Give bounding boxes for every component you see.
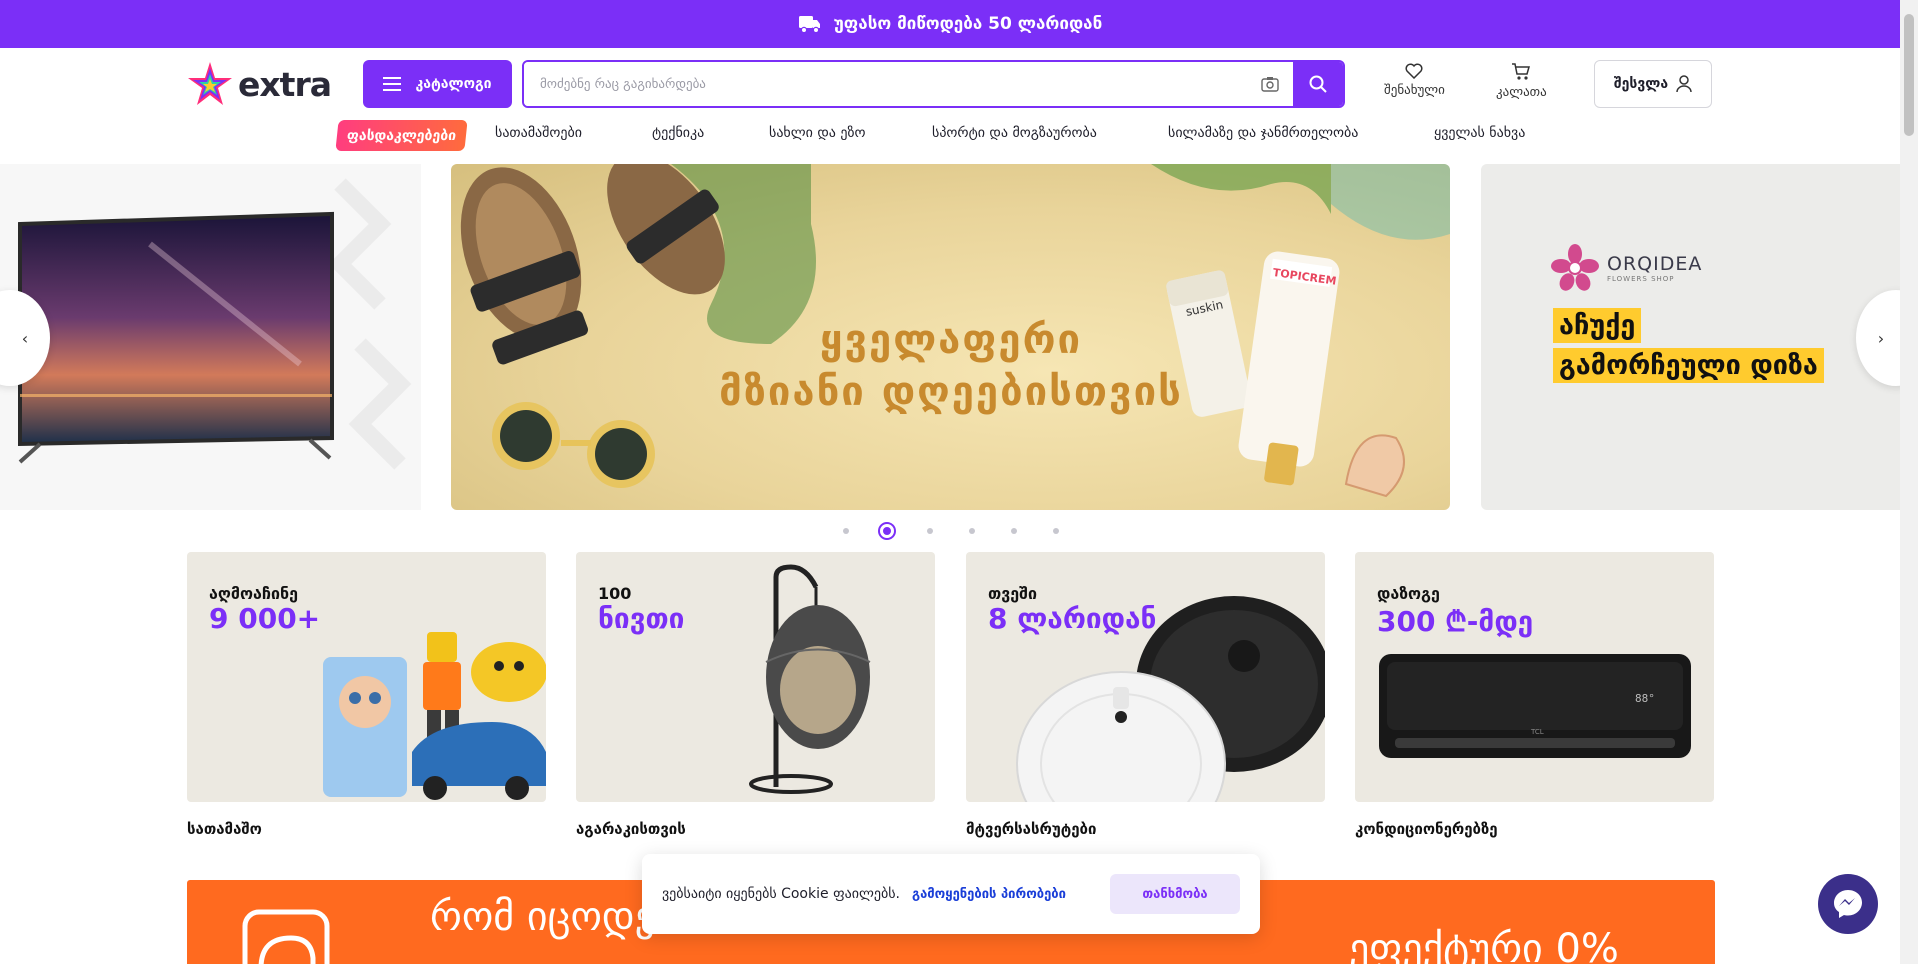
svg-text:TCL: TCL (1530, 728, 1544, 736)
robot-vacuum-image (1016, 596, 1325, 802)
hero-carousel: suskin TOPICREM ყველაფერი მზიანი დღეების… (0, 164, 1900, 510)
orqidea-logo: ORQIDEA FLOWERS SHOP (1551, 244, 1702, 292)
promo-tile-vacuum[interactable]: თვეში 8 ლარიდან მტვერსასრუტები (966, 552, 1325, 838)
site-logo[interactable]: extra (186, 60, 332, 108)
carousel-dot[interactable] (969, 528, 975, 534)
search-button[interactable] (1293, 62, 1343, 106)
svg-text:88°: 88° (1635, 692, 1655, 705)
catalog-button[interactable]: კატალოგი (363, 60, 512, 108)
tile-image: დაზოგე 300 ₾-მდე 88° TCL (1355, 552, 1714, 802)
orqidea-line1: აჩუქე (1553, 308, 1642, 343)
category-nav: ფასდაკლებები სათამაშოები ტექნიკა სახლი დ… (0, 120, 1900, 154)
toys-image (323, 632, 546, 800)
promo-tile-toys[interactable]: აღმოაჩინე 9 000+ სათამაშო (187, 552, 546, 838)
tile-image: 100 ნივთი (576, 552, 935, 802)
favorites-link[interactable]: შენახული (1384, 63, 1445, 98)
messenger-icon (1834, 890, 1862, 918)
tv-image (18, 178, 412, 470)
tile-image: აღმოაჩინე 9 000+ (187, 552, 546, 802)
nav-item-toys[interactable]: სათამაშოები (495, 125, 582, 141)
promo-tile-garden[interactable]: 100 ნივთი აგარაკისთვის (576, 552, 935, 838)
search-icon (1309, 75, 1327, 93)
orqidea-name: ORQIDEA (1607, 253, 1703, 275)
bottom-banner-text-right: ეფექტური 0% (1349, 926, 1619, 964)
scrollbar-thumb[interactable] (1904, 14, 1914, 136)
nav-discounts-label: ფასდაკლებები (346, 127, 457, 144)
login-label: შესვლა (1613, 76, 1669, 92)
nav-item-beauty[interactable]: სილამაზე და ჯანმრთელობა (1168, 125, 1358, 141)
carousel-dot[interactable] (843, 528, 849, 534)
slide-orqidea[interactable]: ORQIDEA FLOWERS SHOP აჩუქე გამორჩეული დი… (1481, 164, 1900, 510)
star-logo-icon (188, 62, 232, 105)
nav-item-home[interactable]: სახლი და ეზო (769, 125, 865, 141)
promo-bar: უფასო მიწოდება 50 ლარიდან (0, 0, 1900, 48)
cart-icon (1512, 63, 1531, 80)
slide-headline: ყველაფერი მზიანი დღეებისთვის (681, 314, 1221, 418)
cookie-accept-label: თანხმობა (1142, 886, 1208, 902)
tile-image: თვეში 8 ლარიდან (966, 552, 1325, 802)
slide-headline-line2: მზიანი დღეებისთვის (719, 369, 1183, 415)
cart-link[interactable]: კალათა (1496, 63, 1547, 100)
flower-icon (1551, 244, 1599, 291)
messenger-chat-button[interactable] (1818, 874, 1878, 934)
tile-label: აგარაკისთვის (576, 820, 686, 838)
login-button[interactable]: შესვლა (1594, 60, 1712, 108)
search-input[interactable] (524, 62, 1247, 106)
carousel-dot[interactable] (1011, 528, 1017, 534)
orqidea-line2: გამორჩეული დიზა (1553, 348, 1824, 383)
search-bar (522, 60, 1345, 108)
user-icon (1676, 75, 1692, 93)
truck-icon (798, 16, 820, 34)
promo-text: უფასო მიწოდება 50 ლარიდან (833, 14, 1103, 34)
slide-tv[interactable] (0, 164, 421, 510)
cookie-terms-link[interactable]: გამოყენების პირობები (912, 887, 1066, 902)
elephant-logo-icon (242, 909, 330, 964)
promo-tile-ac[interactable]: დაზოგე 300 ₾-მდე 88° TCL კონდიციონერებზე (1355, 552, 1714, 838)
nav-item-tech[interactable]: ტექნიკა (652, 125, 704, 141)
tile-label: სათამაშო (187, 820, 262, 838)
chevron-left-icon: ‹ (21, 328, 29, 348)
chevron-right-icon: › (1877, 328, 1885, 348)
catalog-label: კატალოგი (415, 76, 492, 92)
air-conditioner-image: 88° TCL (1379, 654, 1691, 758)
image-search-button[interactable] (1247, 62, 1293, 106)
camera-icon (1261, 77, 1279, 92)
carousel-dot[interactable] (927, 528, 933, 534)
nav-item-all[interactable]: ყველას ნახვა (1434, 125, 1525, 141)
slide-summer[interactable]: suskin TOPICREM ყველაფერი მზიანი დღეების… (451, 164, 1450, 510)
slide-headline-line1: ყველაფერი (819, 317, 1083, 363)
carousel-dots (0, 522, 1900, 542)
nav-item-sport[interactable]: სპორტი და მოგზაურობა (932, 125, 1097, 141)
cookie-text: ვებსაიტი იყენებს Cookie ფაილებს. (662, 886, 900, 902)
favorites-label: შენახული (1384, 83, 1445, 98)
nav-discounts[interactable]: ფასდაკლებები (335, 120, 468, 151)
logo-text: extra (238, 64, 332, 104)
tile-label: მტვერსასრუტები (966, 820, 1097, 838)
carousel-dot[interactable] (1053, 528, 1059, 534)
page-scrollbar[interactable] (1900, 0, 1918, 964)
cookie-consent: ვებსაიტი იყენებს Cookie ფაილებს. გამოყენ… (642, 854, 1260, 934)
hanging-chair-image (749, 564, 871, 794)
menu-icon (383, 77, 402, 91)
site-header: extra კატალოგი შენახული (0, 48, 1900, 120)
cart-label: კალათა (1496, 85, 1547, 100)
tile-label: კონდიციონერებზე (1355, 820, 1498, 838)
carousel-dot-active[interactable] (878, 522, 896, 540)
orqidea-sub: FLOWERS SHOP (1607, 275, 1675, 283)
bottom-banner-text-left: რომ იცოდე (430, 894, 655, 940)
heart-icon (1405, 63, 1423, 79)
cookie-accept-button[interactable]: თანხმობა (1110, 874, 1240, 914)
